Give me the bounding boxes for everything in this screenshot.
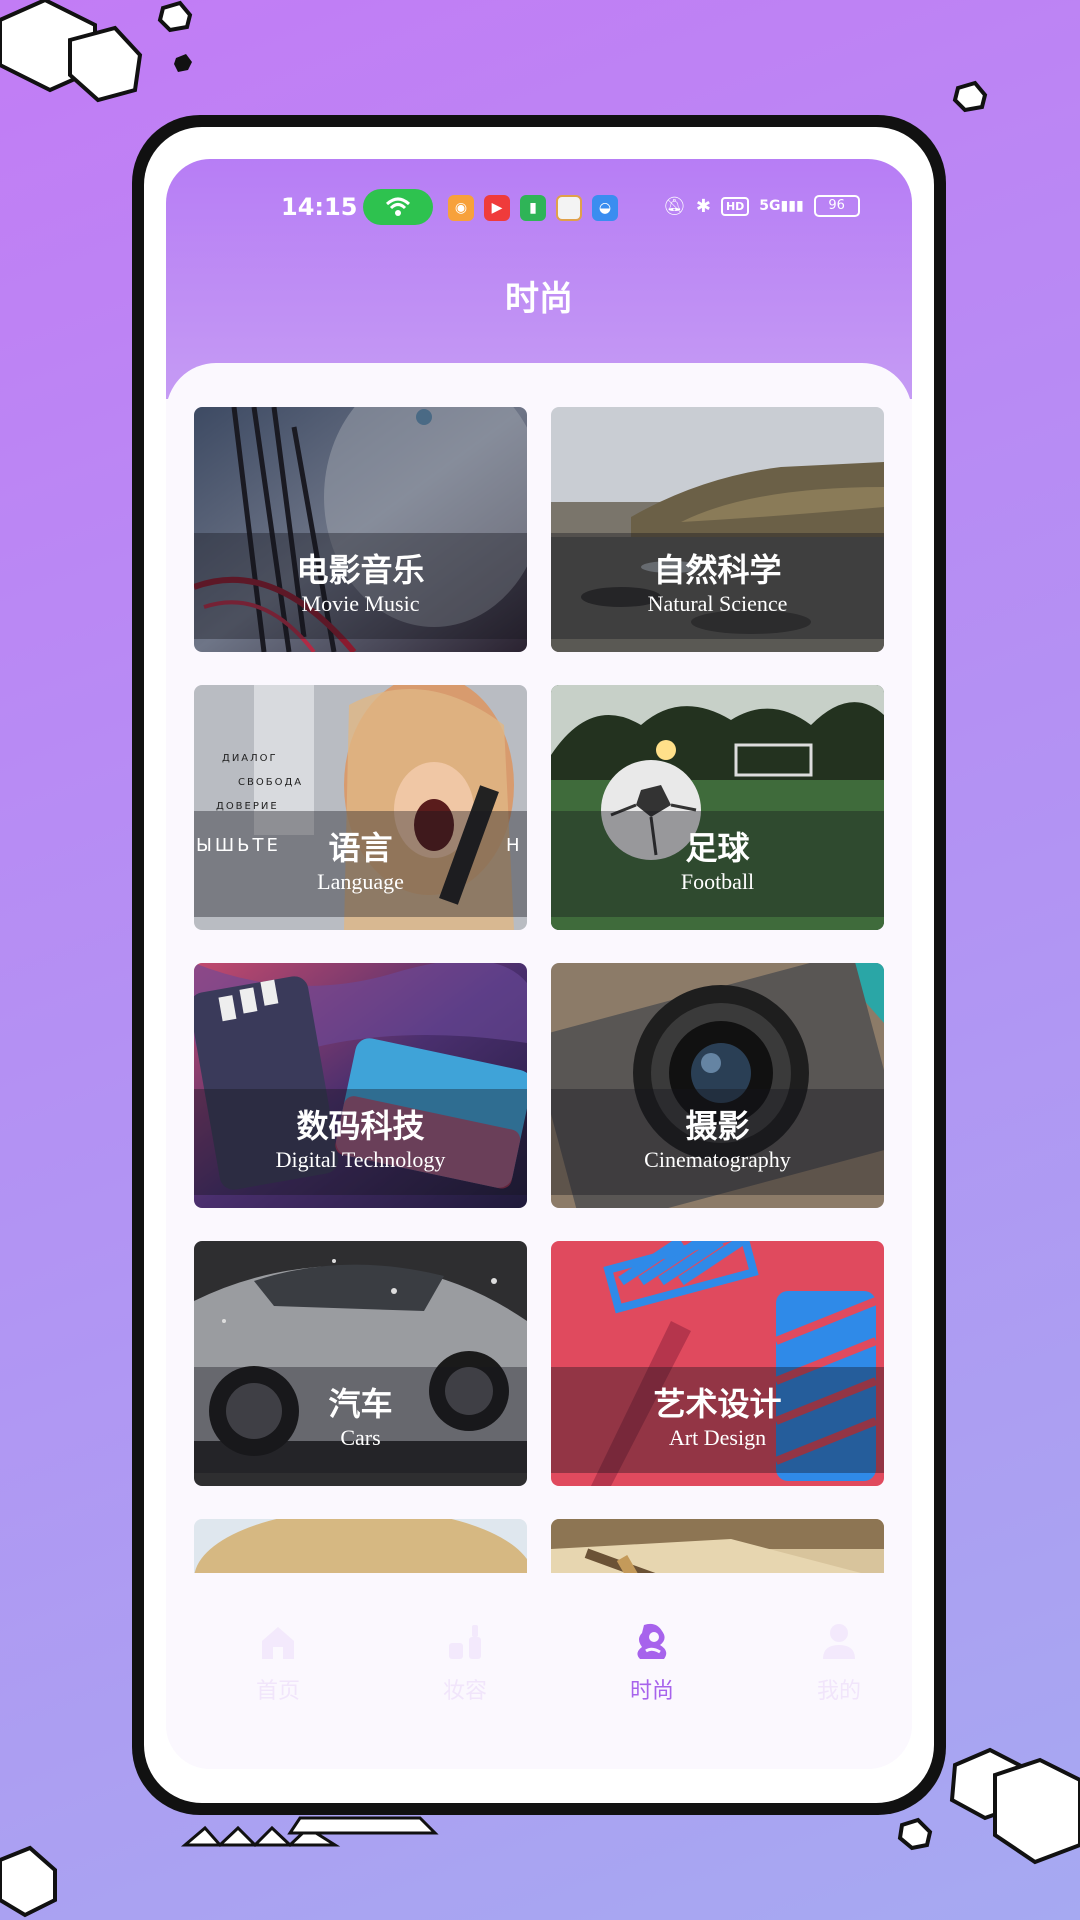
status-time: 14:15: [281, 193, 358, 221]
system-status-icons: 🔕︎ ✱ HD 5G▮▮▮ 96: [663, 195, 860, 217]
card-title-cn: 数码科技: [296, 1107, 425, 1145]
card-title-cn: 电影音乐: [296, 551, 425, 589]
category-card-cinematography[interactable]: 摄影 Cinematography: [551, 963, 884, 1208]
category-card-workshop-partial[interactable]: [551, 1519, 884, 1573]
bottom-tab-bar: 首页 妆容 时尚 我的: [166, 1573, 912, 1769]
category-card-language[interactable]: ДИАЛОГ СВОБОДА ДОВЕРИЕ ЫШЬТЕ Н 语言 Langua…: [194, 685, 527, 930]
tab-label: 妆容: [442, 1679, 487, 1704]
card-title-en: Cinematography: [644, 1147, 791, 1172]
phone-screen: 14:15 ◉ ▶ ▮ ◒ 🔕︎ ✱ HD 5G▮▮▮ 96 时尚 电影音乐 M…: [144, 127, 934, 1803]
tab-makeup[interactable]: 妆容: [400, 1573, 530, 1705]
category-card-cars[interactable]: 汽车 Cars: [194, 1241, 527, 1486]
tab-label: 时尚: [629, 1679, 674, 1704]
status-bar: 14:15 ◉ ▶ ▮ ◒ 🔕︎ ✱ HD 5G▮▮▮ 96: [166, 189, 912, 229]
card-title-en: Movie Music: [301, 591, 420, 616]
mute-icon: 🔕︎: [663, 195, 686, 217]
category-grid: 电影音乐 Movie Music 自然科学 Natural Science ДИ…: [194, 407, 884, 1573]
card-title-en: Natural Science: [647, 591, 788, 616]
wallet-icon: [556, 195, 582, 221]
wifi-hotspot-indicator: [363, 189, 433, 225]
tab-label: 我的: [816, 1679, 861, 1704]
card-title-cn: 语言: [328, 829, 393, 867]
notification-app-icons: ◉ ▶ ▮ ◒: [448, 195, 618, 221]
makeup-icon: [449, 1625, 481, 1659]
card-title-cn: 自然科学: [653, 551, 782, 589]
weibo-icon: ◉: [448, 195, 474, 221]
card-title-cn: 汽车: [328, 1385, 393, 1423]
card-title-en: Language: [317, 869, 404, 894]
battery-app-icon: ▮: [520, 195, 546, 221]
card-title-en: Digital Technology: [275, 1147, 446, 1172]
user-icon: [823, 1624, 855, 1659]
language-cyrillic-line-1: ДИАЛОГ: [222, 753, 278, 764]
signal-icon: 5G▮▮▮: [759, 198, 804, 214]
category-card-art-design[interactable]: 艺术设计 Art Design: [551, 1241, 884, 1486]
tab-profile[interactable]: 我的: [774, 1573, 904, 1705]
category-list[interactable]: 电影音乐 Movie Music 自然科学 Natural Science ДИ…: [166, 363, 912, 1573]
battery-indicator: 96: [813, 195, 860, 217]
card-title-cn: 摄影: [685, 1107, 750, 1145]
fashion-icon: [637, 1623, 667, 1659]
category-card-digital-technology[interactable]: 数码科技 Digital Technology: [194, 963, 527, 1208]
card-title-en: Cars: [340, 1425, 381, 1450]
tab-label: 首页: [255, 1679, 300, 1704]
video-icon: ▶: [484, 195, 510, 221]
card-title-en: Art Design: [668, 1425, 767, 1450]
app-window: 14:15 ◉ ▶ ▮ ◒ 🔕︎ ✱ HD 5G▮▮▮ 96 时尚 电影音乐 M…: [166, 159, 912, 1769]
page-title: 时尚: [505, 279, 573, 319]
android-icon: ◒: [592, 195, 618, 221]
workshop-image: [551, 1519, 884, 1573]
category-card-movie-music[interactable]: 电影音乐 Movie Music: [194, 407, 527, 652]
language-cyrillic-line-2: СВОБОДА: [238, 777, 304, 788]
wifi-icon: [385, 197, 411, 216]
bluetooth-icon: ✱: [695, 195, 711, 217]
home-icon: [262, 1627, 294, 1659]
category-card-natural-science[interactable]: 自然科学 Natural Science: [551, 407, 884, 652]
card-title-cn: 足球: [685, 829, 750, 867]
tab-home[interactable]: 首页: [213, 1573, 343, 1705]
card-title-en: Football: [680, 869, 755, 894]
category-card-football[interactable]: 足球 Football: [551, 685, 884, 930]
card-title-cn: 艺术设计: [653, 1385, 782, 1423]
network-type: 5G: [759, 198, 781, 214]
phone-frame: 14:15 ◉ ▶ ▮ ◒ 🔕︎ ✱ HD 5G▮▮▮ 96 时尚 电影音乐 M…: [132, 115, 946, 1815]
hd-badge: HD: [720, 196, 750, 216]
category-card-portrait-partial[interactable]: [194, 1519, 527, 1573]
portrait-image: [194, 1519, 527, 1573]
tab-fashion[interactable]: 时尚: [587, 1573, 717, 1705]
